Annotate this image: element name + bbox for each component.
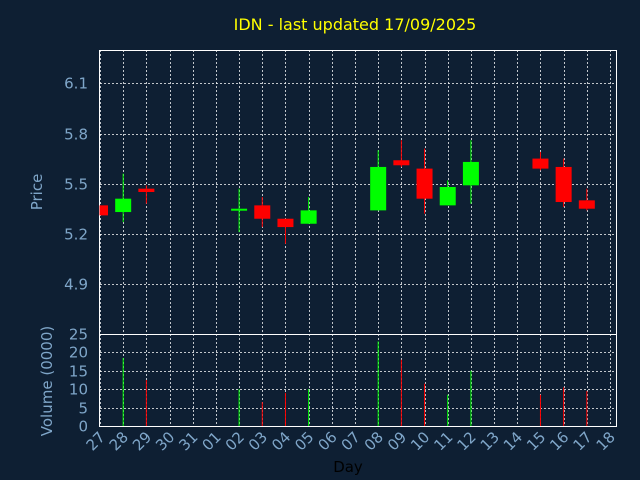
candle-body	[231, 208, 248, 211]
candle-body	[138, 188, 155, 192]
candle-body	[393, 160, 410, 166]
volume-tick-label: 25	[69, 326, 88, 344]
day-tick-labels: 2728293031010203040506070809101112131415…	[83, 428, 619, 454]
price-axis-label: Price	[28, 174, 46, 211]
candle-body	[115, 198, 132, 213]
candle-body	[462, 161, 479, 186]
candle-body	[532, 158, 549, 169]
price-tick-label: 5.2	[64, 226, 88, 244]
price-tick-label: 5.5	[64, 176, 88, 194]
candlestick-chart: IDN - last updated 17/09/2025 4.9 5.2 5.5 5…	[0, 0, 640, 480]
candle-body	[439, 186, 456, 206]
x-axis-label: Day	[333, 458, 363, 476]
candle-body	[370, 166, 387, 211]
volume-tick-label: 0	[78, 418, 88, 436]
candle-body	[277, 218, 294, 228]
candle-body	[100, 205, 108, 216]
volume-axis-label: Volume (0000)	[38, 326, 56, 436]
candle-body	[254, 205, 271, 219]
volume-tick-label: 20	[69, 344, 88, 362]
candle	[99, 205, 108, 216]
price-tick-label: 4.9	[64, 276, 88, 294]
candle-body	[555, 166, 572, 203]
chart-title: IDN - last updated 17/09/2025	[234, 15, 477, 34]
price-tick-label: 6.1	[64, 75, 88, 93]
candle-body	[416, 168, 433, 199]
volume-tick-label: 15	[69, 363, 88, 381]
candle-body	[578, 200, 595, 209]
volume-tick-label: 5	[78, 400, 88, 418]
volume-tick-label: 10	[69, 381, 88, 399]
price-tick-label: 5.8	[64, 126, 88, 144]
candle-body	[300, 210, 317, 224]
